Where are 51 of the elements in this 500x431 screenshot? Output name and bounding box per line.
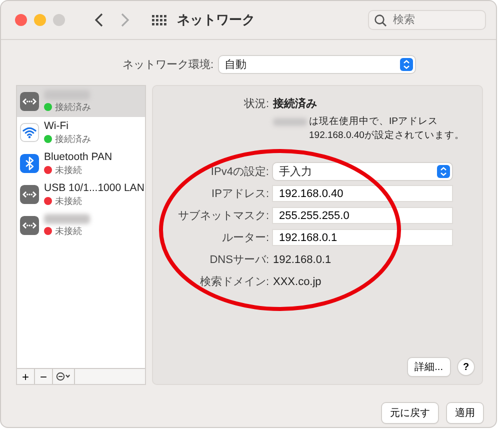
advanced-button[interactable]: 詳細... [408,358,450,376]
bluetooth-icon [20,154,39,173]
field-label: サブネットマスク: [176,208,269,223]
field-value: 192.168.0.1 [273,254,332,266]
window-title: ネットワーク [177,11,255,29]
location-label: ネットワーク環境: [122,58,214,72]
field-value: XXX.co.jp [273,276,322,288]
ipv4-select[interactable]: 手入力 [273,163,452,180]
apply-button[interactable]: 適用 [447,403,483,423]
input-field[interactable]: 192.168.0.1 [273,230,452,245]
status-message: は現在使用中で、IPアドレス 192.168.0.40が設定されています。 [309,115,466,143]
field-label: 検索ドメイン: [198,274,269,289]
service-status: 未接続 [55,224,82,238]
service-name: Wi-Fi [44,120,70,132]
stepper-icon [437,165,450,178]
input-field[interactable]: 255.255.255.0 [273,208,452,223]
zoom-button[interactable] [53,14,65,26]
service-item[interactable]: 未接続 [17,210,145,241]
status-label: 状況: [242,97,269,111]
wifi-icon [20,123,39,142]
service-status: 未接続 [55,194,82,208]
remove-button[interactable]: − [35,369,53,384]
service-name: Bluetooth PAN [44,150,112,162]
field-label: DNSサーバ: [208,253,269,267]
blurred-name [273,118,307,126]
revert-button[interactable]: 元に戻す [382,403,438,423]
search-icon [374,14,387,27]
close-button[interactable] [15,14,27,26]
service-item[interactable]: 接続済み [17,86,145,117]
status-value: 接続済み [273,96,318,111]
search-field[interactable]: 検索 [368,10,486,30]
location-select[interactable]: 自動 [218,56,415,72]
ethernet-icon [20,185,39,204]
grid-icon[interactable] [151,13,167,27]
service-item[interactable]: Wi-Fi 接続済み [17,117,145,148]
service-name: USB 10/1...1000 LAN [44,182,142,194]
service-item[interactable]: Bluetooth PAN 未接続 [17,148,145,179]
service-item[interactable]: USB 10/1...1000 LAN 未接続 [17,179,145,210]
input-field[interactable]: 192.168.0.40 [273,186,452,201]
minimize-button[interactable] [34,14,46,26]
ethernet-icon [20,92,39,111]
service-status: 接続済み [55,100,91,114]
service-status: 未接続 [55,164,82,176]
field-label: ルーター: [220,231,269,245]
field-label: IPv4の設定: [210,164,269,179]
help-button[interactable]: ? [458,359,474,375]
service-status: 接続済み [55,132,91,146]
add-button[interactable]: + [17,369,35,384]
field-label: IPアドレス: [210,187,269,201]
stepper-icon [400,58,413,70]
ethernet-icon [20,216,39,235]
